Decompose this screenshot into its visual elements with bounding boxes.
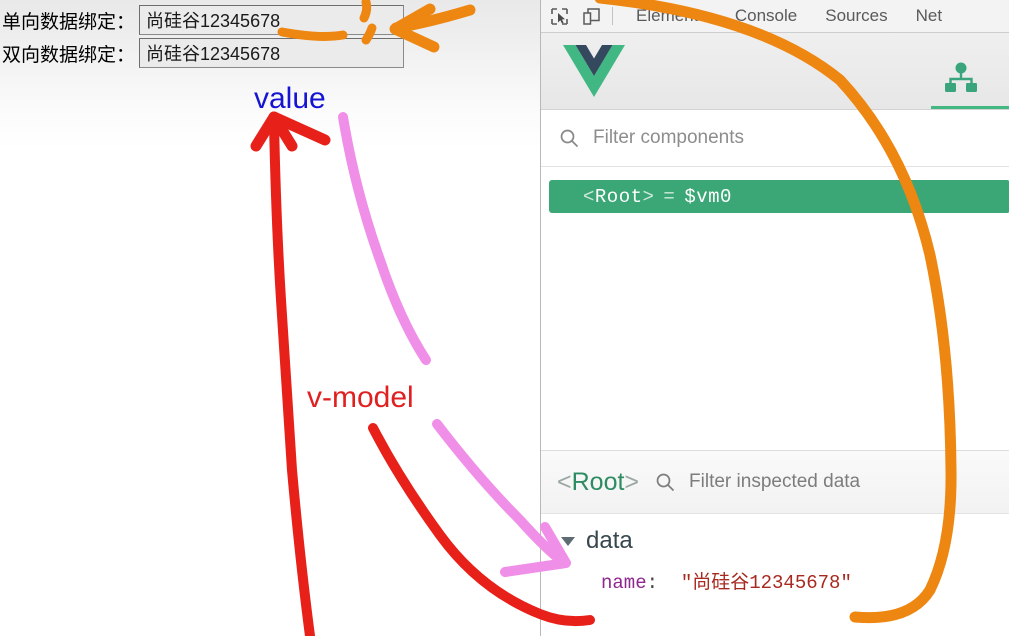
tab-elements[interactable]: Elements: [622, 0, 721, 32]
toolbar-divider: [612, 7, 613, 25]
chevron-down-icon: [561, 536, 575, 546]
inspected-component-name: <Root>: [557, 468, 639, 497]
device-toolbar-icon[interactable]: [577, 2, 605, 30]
two-way-binding-input[interactable]: [139, 38, 405, 68]
vue-component-tree-tab[interactable]: [923, 47, 998, 109]
devtools-panel: Elements Console Sources Net Filter comp…: [540, 0, 1009, 636]
vue-tab-active-indicator: [931, 106, 1009, 109]
component-tree-icon: [944, 62, 977, 92]
screenshot-root: 单向数据绑定： 双向数据绑定： value v-model: [0, 0, 1009, 636]
two-way-binding-row: 双向数据绑定：: [0, 38, 405, 68]
component-tree-node-root[interactable]: < Root > = $vm0: [549, 180, 1009, 213]
one-way-binding-input[interactable]: [139, 5, 405, 35]
inspector-header: <Root> Filter inspected data: [541, 450, 1009, 514]
root-open-angle: <: [583, 185, 595, 208]
inspect-element-icon[interactable]: [545, 2, 573, 30]
tab-console[interactable]: Console: [721, 0, 811, 32]
two-way-binding-label: 双向数据绑定：: [2, 44, 136, 66]
one-way-binding-label: 单向数据绑定：: [2, 11, 136, 33]
inspect-open-angle: <: [557, 467, 572, 496]
root-equals-sign: =: [663, 185, 676, 208]
prop-key-name: name: [601, 572, 647, 594]
browser-page-area: 单向数据绑定： 双向数据绑定： value v-model: [0, 0, 540, 636]
data-section-label: data: [586, 527, 633, 554]
inspect-close-angle: >: [624, 467, 640, 496]
root-node-name: Root: [594, 185, 643, 208]
tab-network[interactable]: Net: [902, 0, 956, 32]
inspected-data-filter-placeholder: Filter inspected data: [689, 471, 861, 492]
root-close-angle: >: [642, 185, 655, 208]
search-icon: [656, 473, 675, 492]
data-section-toggle[interactable]: data: [541, 524, 1009, 558]
annotation-value-label: value: [254, 82, 326, 115]
devtools-tabbar: Elements Console Sources Net: [541, 0, 1009, 33]
inspected-data-area: data name: "尚硅谷12345678": [541, 514, 1009, 594]
data-prop-name[interactable]: name: "尚硅谷12345678": [541, 567, 1009, 594]
root-vm-reference: $vm0: [684, 185, 732, 208]
component-tree-area: < Root > = $vm0: [541, 167, 1009, 450]
components-filter-bar[interactable]: Filter components: [541, 110, 1009, 167]
prop-value-name: "尚硅谷12345678": [680, 572, 852, 594]
prop-separator: :: [646, 572, 659, 594]
vue-devtools-header: [541, 33, 1009, 110]
tab-sources[interactable]: Sources: [811, 0, 901, 32]
inspect-root-name: Root: [571, 467, 625, 496]
one-way-binding-row: 单向数据绑定：: [0, 5, 405, 35]
components-filter-placeholder: Filter components: [593, 127, 745, 148]
vue-logo-icon: [563, 45, 625, 102]
annotation-vmodel-label: v-model: [307, 381, 414, 414]
search-icon: [560, 129, 579, 148]
